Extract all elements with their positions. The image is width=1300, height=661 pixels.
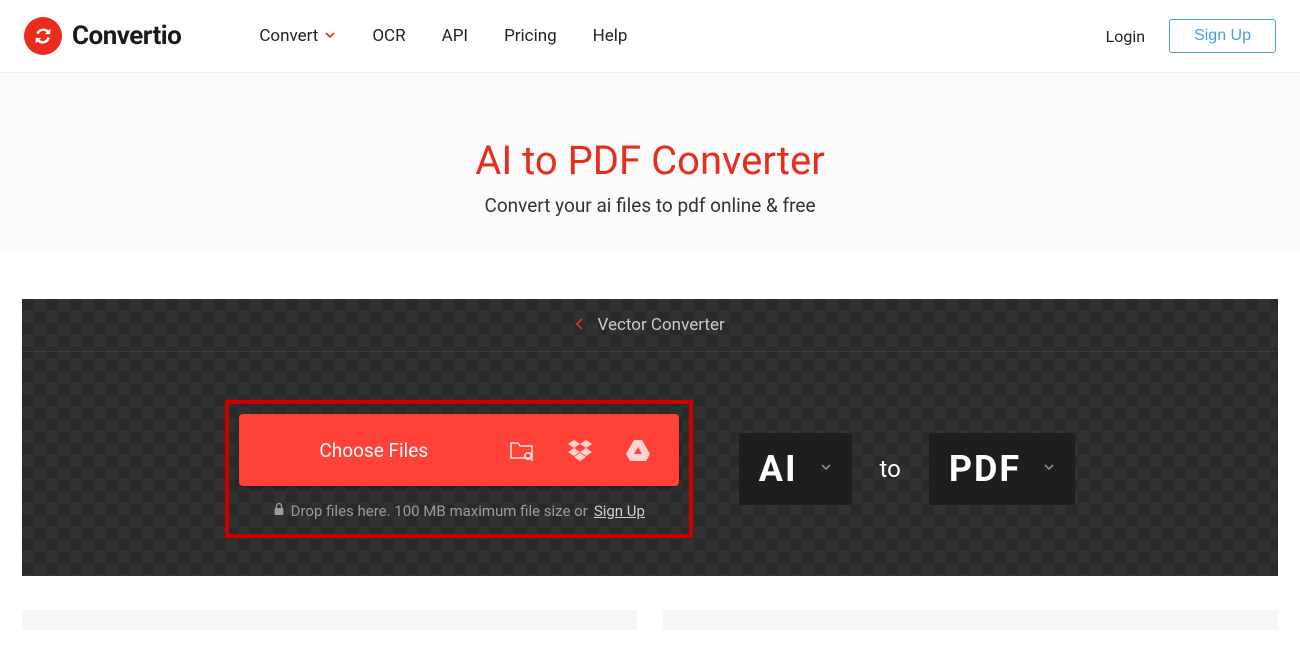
drop-hint-signup-link[interactable]: Sign Up [594, 502, 645, 520]
chevron-left-icon [575, 315, 589, 335]
nav-ocr[interactable]: OCR [372, 26, 405, 46]
info-card [22, 610, 637, 630]
info-card [663, 610, 1278, 630]
google-drive-icon[interactable] [625, 439, 651, 461]
nav-convert[interactable]: Convert [259, 26, 336, 46]
nav-api[interactable]: API [442, 26, 468, 46]
drop-hint-text: Drop files here. 100 MB maximum file siz… [291, 502, 588, 520]
logo-icon [24, 17, 62, 55]
page-subtitle: Convert your ai files to pdf online & fr… [0, 194, 1300, 217]
upload-panel: Vector Converter Choose Files [22, 299, 1278, 576]
brand-text: Convertio [72, 21, 181, 51]
info-cards-row [0, 576, 1300, 630]
chevron-down-icon [324, 26, 336, 46]
nav-pricing[interactable]: Pricing [504, 26, 557, 46]
breadcrumb-link[interactable]: Vector Converter [597, 315, 724, 335]
chevron-down-icon [1043, 461, 1055, 477]
nav-help[interactable]: Help [593, 26, 628, 46]
main-nav: Convert OCR API Pricing Help [259, 26, 627, 46]
nav-convert-label: Convert [259, 26, 318, 46]
to-format-select[interactable]: PDF [929, 433, 1075, 505]
dropbox-icon[interactable] [567, 439, 593, 461]
chevron-down-icon [820, 461, 832, 477]
hero: AI to PDF Converter Convert your ai file… [0, 73, 1300, 253]
choose-files-button[interactable]: Choose Files [239, 414, 679, 486]
logo[interactable]: Convertio [24, 17, 181, 55]
to-format-label: PDF [949, 448, 1021, 490]
upload-highlight-box: Choose Files Drop files he [225, 400, 693, 538]
nav-help-label: Help [593, 26, 628, 46]
breadcrumb: Vector Converter [22, 299, 1278, 352]
nav-api-label: API [442, 26, 468, 46]
from-format-label: AI [759, 448, 798, 490]
nav-pricing-label: Pricing [504, 26, 557, 46]
header-right: Login Sign Up [1106, 19, 1276, 53]
signup-button[interactable]: Sign Up [1169, 19, 1276, 53]
to-label: to [880, 455, 901, 483]
lock-icon [273, 502, 285, 520]
drop-hint: Drop files here. 100 MB maximum file siz… [239, 502, 679, 520]
login-link[interactable]: Login [1106, 27, 1145, 46]
upload-area: Choose Files Drop files he [22, 352, 1278, 576]
page-title: AI to PDF Converter [0, 137, 1300, 184]
header: Convertio Convert OCR API Pricing Help L… [0, 0, 1300, 73]
nav-ocr-label: OCR [372, 26, 405, 46]
folder-browse-icon[interactable] [509, 439, 535, 461]
source-icons [509, 439, 679, 461]
format-row: AI to PDF [739, 433, 1075, 505]
choose-files-label: Choose Files [239, 439, 509, 462]
from-format-select[interactable]: AI [739, 433, 852, 505]
